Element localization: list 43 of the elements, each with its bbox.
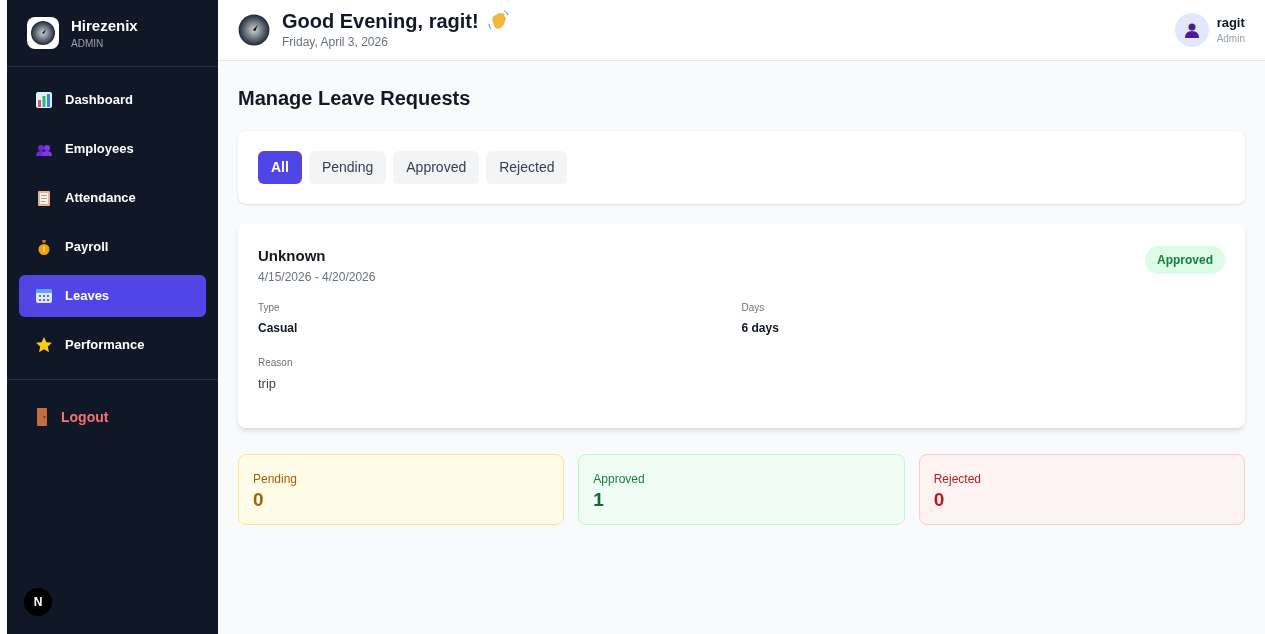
- nav-item[interactable]: Payroll: [19, 226, 206, 268]
- nav-item[interactable]: Employees: [19, 128, 206, 170]
- filter-tab[interactable]: Rejected: [486, 151, 568, 184]
- field-label: Type: [258, 301, 281, 315]
- date-text: Friday, April 3, 2026: [282, 34, 389, 51]
- nav-item[interactable]: Leaves: [19, 275, 206, 317]
- user-role: Admin: [1216, 31, 1245, 46]
- brand-name: Hirezenix: [71, 15, 138, 36]
- dev-indicator[interactable]: N: [24, 588, 52, 616]
- avatar[interactable]: [1174, 13, 1209, 47]
- filter-tab[interactable]: Pending: [308, 151, 387, 184]
- filter-tab[interactable]: All: [258, 151, 302, 184]
- reason-text: trip: [258, 375, 278, 393]
- logout-link[interactable]: Logout: [19, 396, 206, 438]
- nav-item[interactable]: Attendance: [19, 177, 206, 219]
- nav-item[interactable]: Performance: [19, 324, 206, 366]
- stat-label: Rejected: [933, 470, 983, 488]
- page-title: Manage Leave Requests: [238, 86, 472, 111]
- star-icon: [35, 336, 53, 354]
- stat-value: 0: [253, 487, 265, 512]
- clipboard-icon: [35, 189, 53, 207]
- leave-type: Casual: [258, 320, 299, 337]
- filter-tab[interactable]: Approved: [393, 151, 480, 184]
- logo-icon: [27, 17, 59, 49]
- date-range: 4/15/2026 - 4/20/2026: [258, 269, 376, 286]
- leave-days: 6 days: [741, 319, 1225, 337]
- stat-label: Pending: [253, 470, 299, 488]
- stat-value: 0: [933, 487, 946, 512]
- bar-chart-icon: [35, 91, 53, 109]
- stat-label: Approved: [593, 470, 646, 488]
- calendar-icon: [35, 287, 53, 305]
- door-icon: [35, 408, 49, 426]
- greeting: Good Evening, ragit!: [282, 9, 479, 33]
- field-label: Days: [741, 301, 766, 315]
- user-name: ragit: [1216, 14, 1245, 31]
- brand-role: ADMIN: [71, 36, 105, 51]
- user-icon: [1183, 22, 1200, 38]
- nav-item[interactable]: Dashboard: [19, 79, 206, 121]
- field-label: Reason: [258, 356, 294, 370]
- status-pill: Approved: [1145, 246, 1225, 274]
- employee-name: Unknown: [258, 246, 327, 266]
- logo-icon: [238, 14, 270, 46]
- stat-value: 1: [593, 487, 605, 512]
